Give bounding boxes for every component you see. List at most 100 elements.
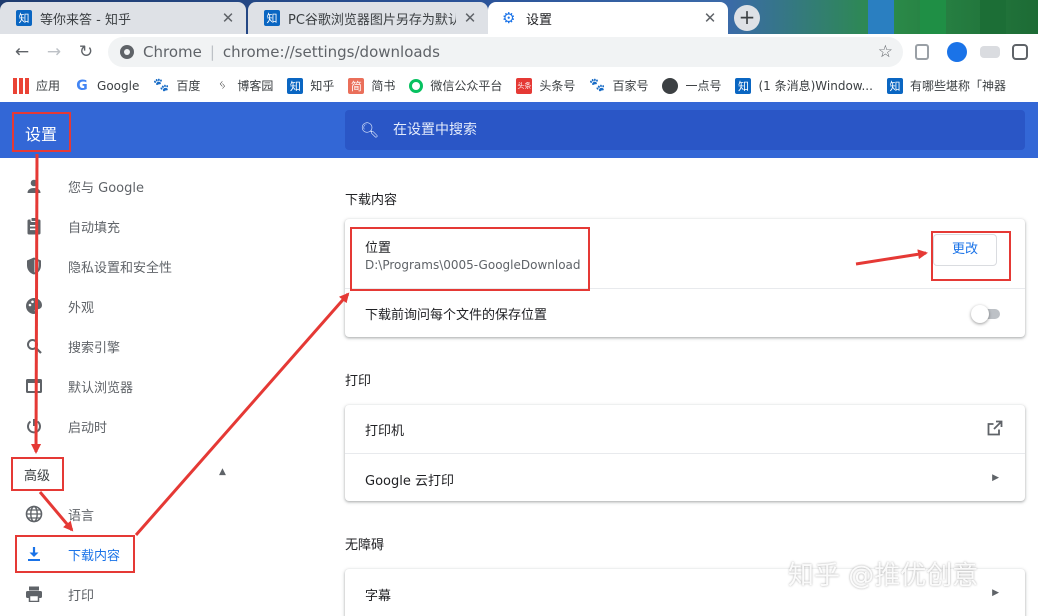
sidebar-item-label: 您与 Google [68,180,144,196]
new-tab-button[interactable]: + [734,5,760,31]
extension-icon[interactable] [980,46,1000,58]
power-icon [24,416,44,436]
sidebar-item-label: 默认浏览器 [68,380,134,396]
toggle-knob [971,305,989,323]
sidebar-item-label: 打印 [68,588,95,604]
close-icon[interactable]: ✕ [702,9,718,27]
bookmark-jianshu[interactable]: 简 简书 [348,77,395,94]
search-input[interactable] [393,122,994,138]
profile-extension-icon[interactable] [1012,44,1028,60]
bookmark-zhihu-messages[interactable]: 知 (1 条消息)Window... [735,77,873,94]
bookmark-label: 微信公众平台 [430,79,503,93]
sidebar-item-label: 隐私设置和安全性 [68,260,173,276]
chevron-up-icon[interactable]: ▲ [219,467,226,477]
bookmark-apps[interactable]: 应用 [13,77,60,94]
tab-title: PC谷歌浏览器图片另存为默认路径 [288,12,456,28]
bookmark-label: 头条号 [539,79,576,93]
tab-title: 设置 [526,12,553,28]
person-icon [24,176,44,196]
back-arrow-icon[interactable]: ← [12,42,32,62]
yidian-icon [662,77,679,94]
settings-header: 设置 🔍︎ [0,102,1038,158]
printers-row[interactable]: 打印机 [345,405,1025,453]
bookmark-label: 知乎 [310,79,335,93]
globe-icon [24,504,44,524]
cloud-print-label: Google 云打印 [365,474,454,489]
toutiao-icon: 头条 [516,77,533,94]
bookmark-yidian[interactable]: 一点号 [662,77,721,94]
bookmark-zhihu-tools[interactable]: 知 有哪些堪称「神器 [886,77,1006,94]
browser-icon [24,376,44,396]
settings-search[interactable]: 🔍︎ [345,110,1025,150]
chrome-logo-icon [120,45,134,59]
bookmark-zhihu[interactable]: 知 知乎 [287,77,334,94]
section-title-printing: 打印 [345,374,372,389]
baidu-paw-icon: 🐾 [153,78,170,93]
apps-grid-icon [13,77,29,94]
taskbar-app-icon [920,0,946,34]
key-extension-icon[interactable] [947,42,967,62]
bookmark-star-icon[interactable]: ☆ [878,42,893,62]
sidebar-item-label: 启动时 [68,420,108,436]
bookmark-label: 有哪些堪称「神器 [909,79,1006,93]
sidebar-item-appearance[interactable]: 外观 [0,286,256,326]
ask-where-to-save-row[interactable]: 下载前询问每个文件的保存位置 [345,288,1025,337]
ask-where-to-save-toggle[interactable] [971,305,1001,323]
bookmark-label: 一点号 [685,79,722,93]
sidebar-item-you-and-google[interactable]: 您与 Google [0,166,256,206]
bookmark-wechat[interactable]: 微信公众平台 [409,77,502,94]
bookmarks-bar: 应用 G Google 🐾 百度 ᛃ 博客园 知 知乎 简 简书 微信公众平台 … [0,70,1038,101]
printer-icon [24,584,44,604]
bookmark-baidu[interactable]: 🐾 百度 [153,77,200,94]
bookmark-google[interactable]: G Google [74,78,139,94]
close-icon[interactable]: ✕ [220,9,236,27]
search-icon: 🔍︎ [360,121,380,139]
sidebar-item-privacy[interactable]: 隐私设置和安全性 [0,246,256,286]
sidebar-item-default-browser[interactable]: 默认浏览器 [0,366,256,406]
zhihu-icon: 知 [886,77,903,94]
clipboard-icon [24,216,44,236]
sidebar-item-autofill[interactable]: 自动填充 [0,206,256,246]
external-link-icon[interactable] [987,420,1003,440]
bookmark-toutiao[interactable]: 头条 头条号 [516,77,575,94]
zhihu-favicon-icon: 知 [264,10,280,26]
bookmark-label: 百度 [176,79,201,93]
section-title-downloads: 下载内容 [345,193,398,208]
bookmark-label: 简书 [371,79,396,93]
sidebar-item-search-engine[interactable]: 搜索引擎 [0,326,256,366]
address-bar[interactable]: Chrome | chrome://settings/downloads ☆ [108,37,903,67]
tab-zhihu-answer[interactable]: 知 等你来答 - 知乎 ✕ [0,2,246,34]
highlight-advanced [11,457,64,491]
taskbar-app-icon [980,0,1006,34]
taskbar-app-icon [868,0,894,34]
url-text[interactable]: chrome://settings/downloads [223,43,440,61]
search-icon [24,336,44,356]
tab-title: 等你来答 - 知乎 [40,12,131,28]
gear-icon: ⚙ [502,9,516,27]
cnblogs-icon: ᛃ [218,78,227,93]
bookmark-label: Google [97,78,140,93]
browser-toolbar: ← → ↻ Chrome | chrome://settings/downloa… [0,34,1038,70]
jianshu-icon: 简 [348,77,365,94]
cloud-print-row[interactable]: Google 云打印 ▶ [345,453,1025,501]
chevron-right-icon: ▶ [992,588,999,598]
google-icon: G [76,77,88,94]
ask-where-to-save-label: 下载前询问每个文件的保存位置 [365,308,548,323]
tab-zhihu-question[interactable]: 知 PC谷歌浏览器图片另存为默认路径 ✕ [248,2,488,34]
printing-card: 打印机 Google 云打印 ▶ [345,405,1025,501]
sidebar-item-label: 搜索引擎 [68,340,121,356]
sidebar-item-languages[interactable]: 语言 [0,494,256,534]
copy-extension-icon[interactable] [915,44,929,60]
sidebar-item-printing[interactable]: 打印 [0,574,256,614]
close-icon[interactable]: ✕ [462,9,478,27]
tab-settings[interactable]: ⚙ 设置 ✕ [488,2,728,34]
zhihu-icon: 知 [287,77,304,94]
printers-label: 打印机 [365,424,405,439]
forward-arrow-icon[interactable]: → [44,42,64,62]
sidebar-item-label: 外观 [68,300,95,316]
reload-icon[interactable]: ↻ [76,42,96,62]
bookmark-baijia[interactable]: 🐾 百家号 [589,77,648,94]
shield-icon [24,256,44,276]
sidebar-item-on-startup[interactable]: 启动时 [0,406,256,446]
bookmark-cnblogs[interactable]: ᛃ 博客园 [214,77,273,94]
